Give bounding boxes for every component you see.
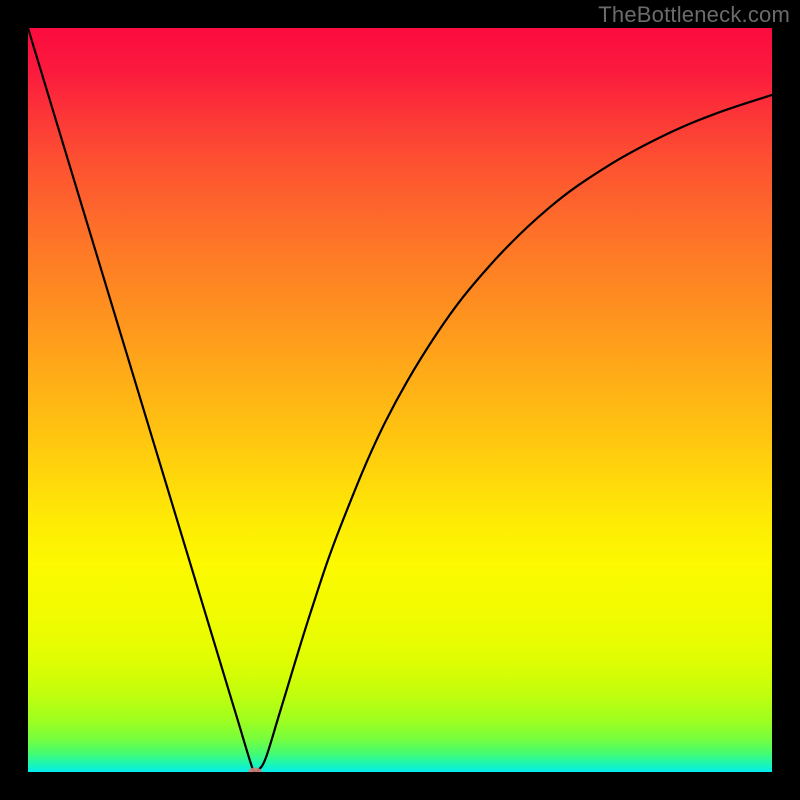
bottleneck-curve <box>28 28 772 772</box>
plot-area <box>28 28 772 772</box>
watermark-text: TheBottleneck.com <box>598 2 790 28</box>
chart-frame: TheBottleneck.com <box>0 0 800 800</box>
optimal-point-marker <box>248 768 262 773</box>
